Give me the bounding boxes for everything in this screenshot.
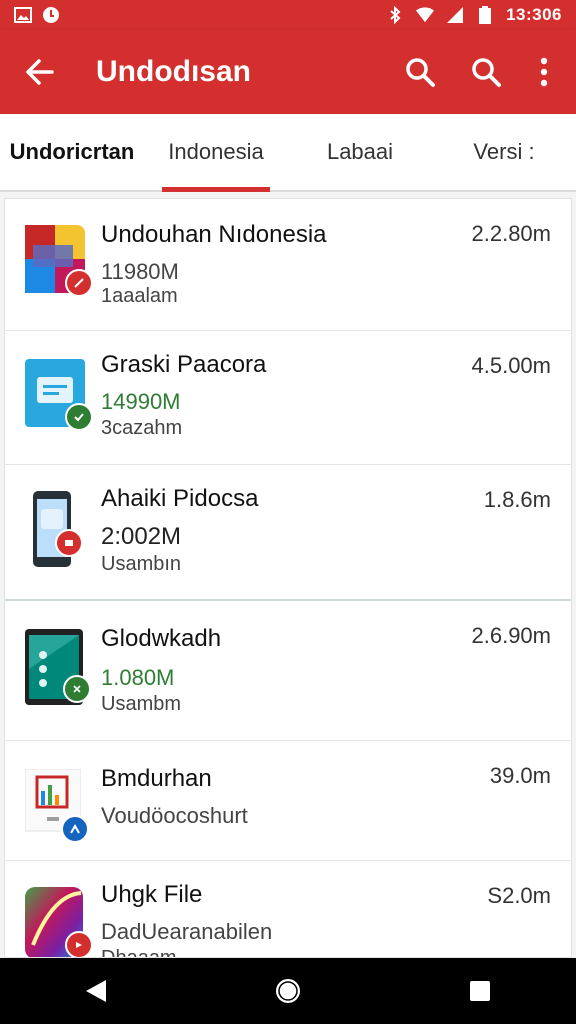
tab-versi[interactable]: Versi : bbox=[432, 114, 576, 190]
search-icon bbox=[472, 58, 501, 87]
tab-label: Undoricrtan bbox=[9, 139, 135, 164]
item-time: Usambm bbox=[101, 693, 182, 715]
item-size-detail: 2:002M bbox=[101, 523, 182, 550]
item-size-detail: 11980M bbox=[101, 259, 179, 284]
status-left bbox=[14, 6, 60, 24]
item-title: Glodwkadh bbox=[101, 625, 222, 652]
nav-home-button[interactable] bbox=[258, 966, 318, 1016]
status-badge bbox=[65, 403, 93, 431]
page-title: Undodısan bbox=[96, 55, 251, 88]
status-bar: 13:306 bbox=[0, 0, 576, 30]
list-item[interactable]: Glodwkadh 1.080M Usambm 2.6.90m bbox=[5, 601, 571, 741]
status-badge bbox=[55, 529, 83, 557]
list-item[interactable]: Bmdurhan Voudöocoshurt 39.0m bbox=[5, 741, 571, 861]
item-title: Bmdurhan bbox=[101, 765, 212, 792]
bluetooth-icon bbox=[386, 6, 404, 24]
item-time: Dhaaam bbox=[101, 947, 177, 958]
item-time: 1aaalam bbox=[101, 285, 178, 307]
flag-app-icon bbox=[23, 223, 93, 297]
item-size: S2.0m bbox=[487, 883, 551, 908]
tab-active-indicator bbox=[162, 187, 270, 192]
tab-indonesia[interactable]: Indonesia bbox=[144, 114, 288, 192]
item-size: 2.6.90m bbox=[471, 623, 552, 648]
status-right: 13:306 bbox=[386, 5, 562, 25]
tab-label: Versi : bbox=[473, 139, 535, 164]
item-size: 1.8.6m bbox=[483, 487, 551, 512]
more-vert-icon bbox=[540, 57, 548, 87]
item-size: 39.0m bbox=[489, 763, 551, 788]
status-badge bbox=[63, 675, 91, 703]
item-title: Undouhan Nıdonesia bbox=[101, 221, 327, 248]
status-badge bbox=[65, 931, 93, 957]
chat-app-icon bbox=[23, 357, 93, 431]
list-item[interactable]: Undouhan Nıdonesia 11980M 1aaalam 2.2.80… bbox=[5, 199, 571, 331]
gallery-icon bbox=[14, 6, 32, 24]
tab-label: Labaai bbox=[326, 139, 394, 164]
item-time: Usambın bbox=[101, 553, 182, 575]
search-button-2[interactable] bbox=[462, 48, 510, 96]
phone-app-icon bbox=[29, 491, 83, 567]
list-item[interactable]: Graski Paacora 14990M 3cazahm 4.5.00m bbox=[5, 331, 571, 465]
chart-app-icon bbox=[24, 768, 89, 843]
item-size: 4.5.00m bbox=[471, 353, 552, 378]
status-badge bbox=[61, 815, 89, 843]
item-title: Ahaiki Pidocsa bbox=[101, 485, 259, 512]
nav-back-button[interactable] bbox=[66, 966, 126, 1016]
tab-bar: Undoricrtan Indonesia Labaai Versi : bbox=[0, 114, 576, 192]
item-size-detail: Voudöocoshurt bbox=[101, 803, 248, 828]
app-toolbar: Undodısan bbox=[0, 30, 576, 114]
recents-square-icon bbox=[470, 981, 490, 1001]
tablet-app-icon bbox=[25, 629, 91, 705]
item-title: Graski Paacora bbox=[101, 351, 267, 378]
tab-undoricrtan[interactable]: Undoricrtan bbox=[0, 114, 144, 190]
tab-labaai[interactable]: Labaai bbox=[288, 114, 432, 190]
item-size: 2.2.80m bbox=[471, 221, 552, 246]
back-button[interactable] bbox=[16, 48, 64, 96]
gradient-app-icon bbox=[23, 885, 93, 957]
search-icon bbox=[406, 58, 435, 87]
wifi-icon bbox=[416, 6, 435, 24]
status-badge bbox=[65, 269, 93, 297]
battery-icon bbox=[476, 6, 494, 24]
signal-icon bbox=[446, 6, 464, 24]
back-triangle-icon bbox=[86, 980, 106, 1002]
item-size-detail: 14990M bbox=[101, 389, 181, 414]
arrow-left-icon bbox=[26, 59, 54, 85]
search-button[interactable] bbox=[396, 48, 444, 96]
notification-icon bbox=[42, 6, 60, 24]
home-circle-icon bbox=[276, 979, 300, 1003]
item-title: Uhgk File bbox=[101, 881, 203, 908]
nav-recents-button[interactable] bbox=[450, 966, 510, 1016]
item-size-detail: 1.080M bbox=[101, 665, 175, 690]
status-time: 13:306 bbox=[506, 5, 562, 24]
more-options-button[interactable] bbox=[528, 48, 560, 96]
item-size-detail: DadUearanabilen bbox=[101, 919, 273, 944]
item-time: 3cazahm bbox=[101, 417, 183, 439]
list-item[interactable]: Ahaiki Pidocsa 2:002M Usambın 1.8.6m bbox=[5, 465, 571, 601]
list-item[interactable]: Uhgk File DadUearanabilen Dhaaam S2.0m bbox=[5, 861, 571, 958]
tab-label: Indonesia bbox=[168, 139, 264, 164]
download-list: Undouhan Nıdonesia 11980M 1aaalam 2.2.80… bbox=[4, 198, 572, 958]
system-nav-bar bbox=[0, 958, 576, 1024]
